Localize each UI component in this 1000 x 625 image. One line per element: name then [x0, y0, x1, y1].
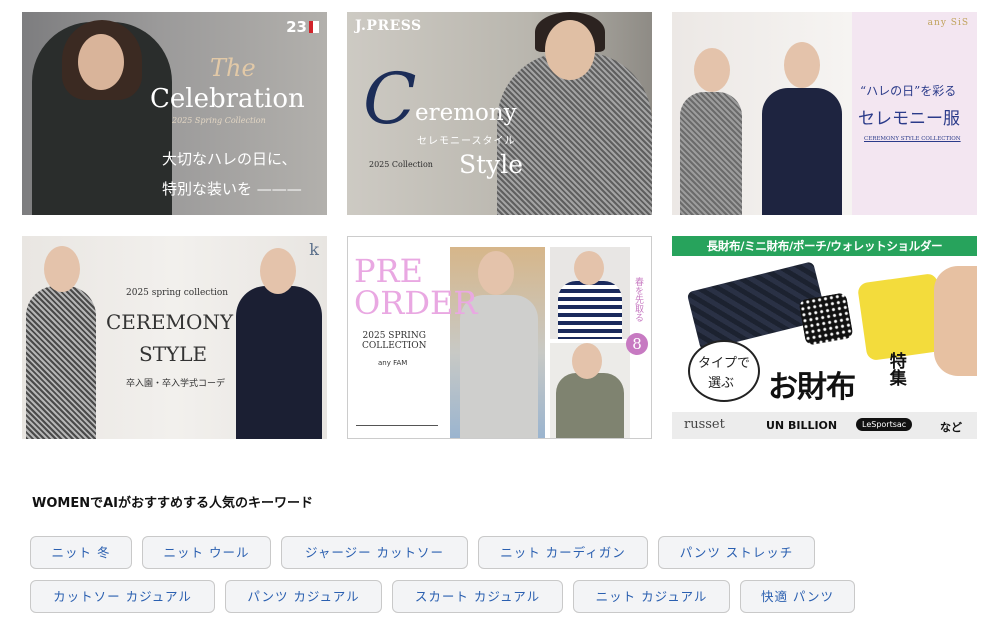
banner-copy: 卒入園・卒入学式コーデ: [126, 379, 226, 389]
brand-logo-russet: russet: [684, 417, 725, 432]
banner-header-bar: 長財布/ミニ財布/ポーチ/ウォレットショルダー: [672, 236, 977, 256]
model-photo-right: [762, 88, 842, 215]
banner-collection: 2025 Collection: [369, 160, 433, 169]
banner-heading: Celebration: [150, 84, 305, 114]
keyword-chip[interactable]: パンツ カジュアル: [225, 580, 382, 613]
banner-collection: 2025 SPRING COLLECTION: [362, 331, 427, 352]
speech-bubble: [688, 340, 760, 402]
model-face-main: [478, 251, 514, 295]
brand-logo-anyfam: any FAM: [378, 359, 408, 367]
banner-heading: eremony: [415, 100, 517, 126]
logo-text: 23: [286, 18, 307, 36]
banner-anysis-ceremony[interactable]: any SiS “ハレの日”を彩る セレモニー服 CEREMONY STYLE …: [672, 12, 977, 215]
model-face-jacket: [572, 343, 602, 379]
keyword-chip[interactable]: ニット ウール: [142, 536, 271, 569]
banner-heading: セレモニー服: [858, 109, 960, 129]
brand-logo-lesportsac: LeSportsac: [856, 418, 913, 431]
keyword-chip[interactable]: カットソー カジュアル: [30, 580, 215, 613]
banner-subheading: CEREMONY STYLE COLLECTION: [864, 136, 961, 142]
banner-jpress-ceremony[interactable]: J.PRESS C eremony セレモニースタイル 2025 Collect…: [347, 12, 652, 215]
keyword-chip[interactable]: 快適 パンツ: [740, 580, 855, 613]
model-face-right: [260, 248, 296, 294]
keyword-chip[interactable]: ニット 冬: [30, 536, 132, 569]
model-face: [545, 20, 595, 80]
logo-mark-icon: [309, 21, 319, 33]
banner-collection: 2025 spring collection: [126, 288, 229, 298]
model-face-left: [44, 246, 80, 292]
hand-image: [934, 266, 977, 376]
banner-heading-initial: C: [363, 58, 417, 140]
banner-heading: お財布: [768, 370, 856, 405]
banner-collection-line1: 2025 SPRING: [362, 331, 426, 341]
banner-preorder[interactable]: PRE ORDER 2025 SPRING COLLECTION any FAM …: [347, 236, 652, 439]
model-face-striped: [574, 251, 604, 285]
banner-celebration[interactable]: 23 The Celebration 2025 Spring Collectio…: [22, 12, 327, 215]
bubble-text-line2: 選ぶ: [708, 376, 735, 391]
model-face: [78, 34, 124, 90]
banner-heading-the: The: [210, 54, 256, 82]
pouch-image: [798, 292, 854, 346]
banner-quote: “ハレの日”を彩る: [860, 84, 957, 98]
model-photo-left: [26, 286, 96, 439]
brand-logo-jpress: J.PRESS: [355, 18, 422, 34]
brand-logo-k: k: [309, 240, 319, 259]
model-photo-right: [236, 286, 322, 439]
banner-heading-order: ORDER: [354, 284, 478, 322]
banner-heading-pre: PRE: [354, 252, 423, 290]
keyword-chip[interactable]: スカート カジュアル: [392, 580, 563, 613]
keywords-heading: WOMENでAIがおすすめする人気のキーワード: [32, 496, 313, 511]
divider-line: [356, 425, 438, 426]
model-face-right: [784, 42, 820, 88]
banner-collection-line2: COLLECTION: [362, 341, 427, 352]
banner-copy-line2: 特別な装いを ———: [162, 180, 302, 198]
items-count-badge: 8: [626, 333, 648, 355]
brand-etc-label: など: [940, 421, 962, 434]
banner-style-text: Style: [459, 150, 524, 179]
model-photo-jacket: [556, 373, 624, 438]
banner-vertical-copy: 春を先取る: [633, 277, 643, 322]
banner-heading: CEREMONY: [106, 310, 234, 334]
model-face-left: [694, 48, 730, 92]
model-photo-left: [680, 92, 742, 215]
banner-ceremony-style[interactable]: k 2025 spring collection CEREMONY STYLE …: [22, 236, 327, 439]
brand-logo-23ku: 23: [286, 18, 319, 36]
banner-heading-feature: 特集: [885, 352, 906, 386]
banner-subheading: 2025 Spring Collection: [172, 116, 266, 125]
model-photo-striped: [558, 281, 622, 339]
brand-logo-unbillion: UN BILLION: [766, 419, 838, 432]
banner-wallet-feature[interactable]: 長財布/ミニ財布/ポーチ/ウォレットショルダー タイプで 選ぶ お財布 特集 r…: [672, 236, 977, 439]
bubble-text-line1: タイプで: [698, 356, 751, 371]
banner-heading-style: STYLE: [139, 342, 208, 366]
keyword-chip[interactable]: ニット カーディガン: [478, 536, 648, 569]
keyword-chip[interactable]: ジャージー カットソー: [281, 536, 468, 569]
banner-katakana: セレモニースタイル: [417, 136, 516, 147]
banner-grid: 23 The Celebration 2025 Spring Collectio…: [22, 12, 978, 440]
brand-logo-anysis: any SiS: [927, 18, 969, 28]
banner-copy-line1: 大切なハレの日に、: [162, 150, 297, 168]
keyword-chip[interactable]: パンツ ストレッチ: [658, 536, 815, 569]
keyword-chip[interactable]: ニット カジュアル: [573, 580, 730, 613]
